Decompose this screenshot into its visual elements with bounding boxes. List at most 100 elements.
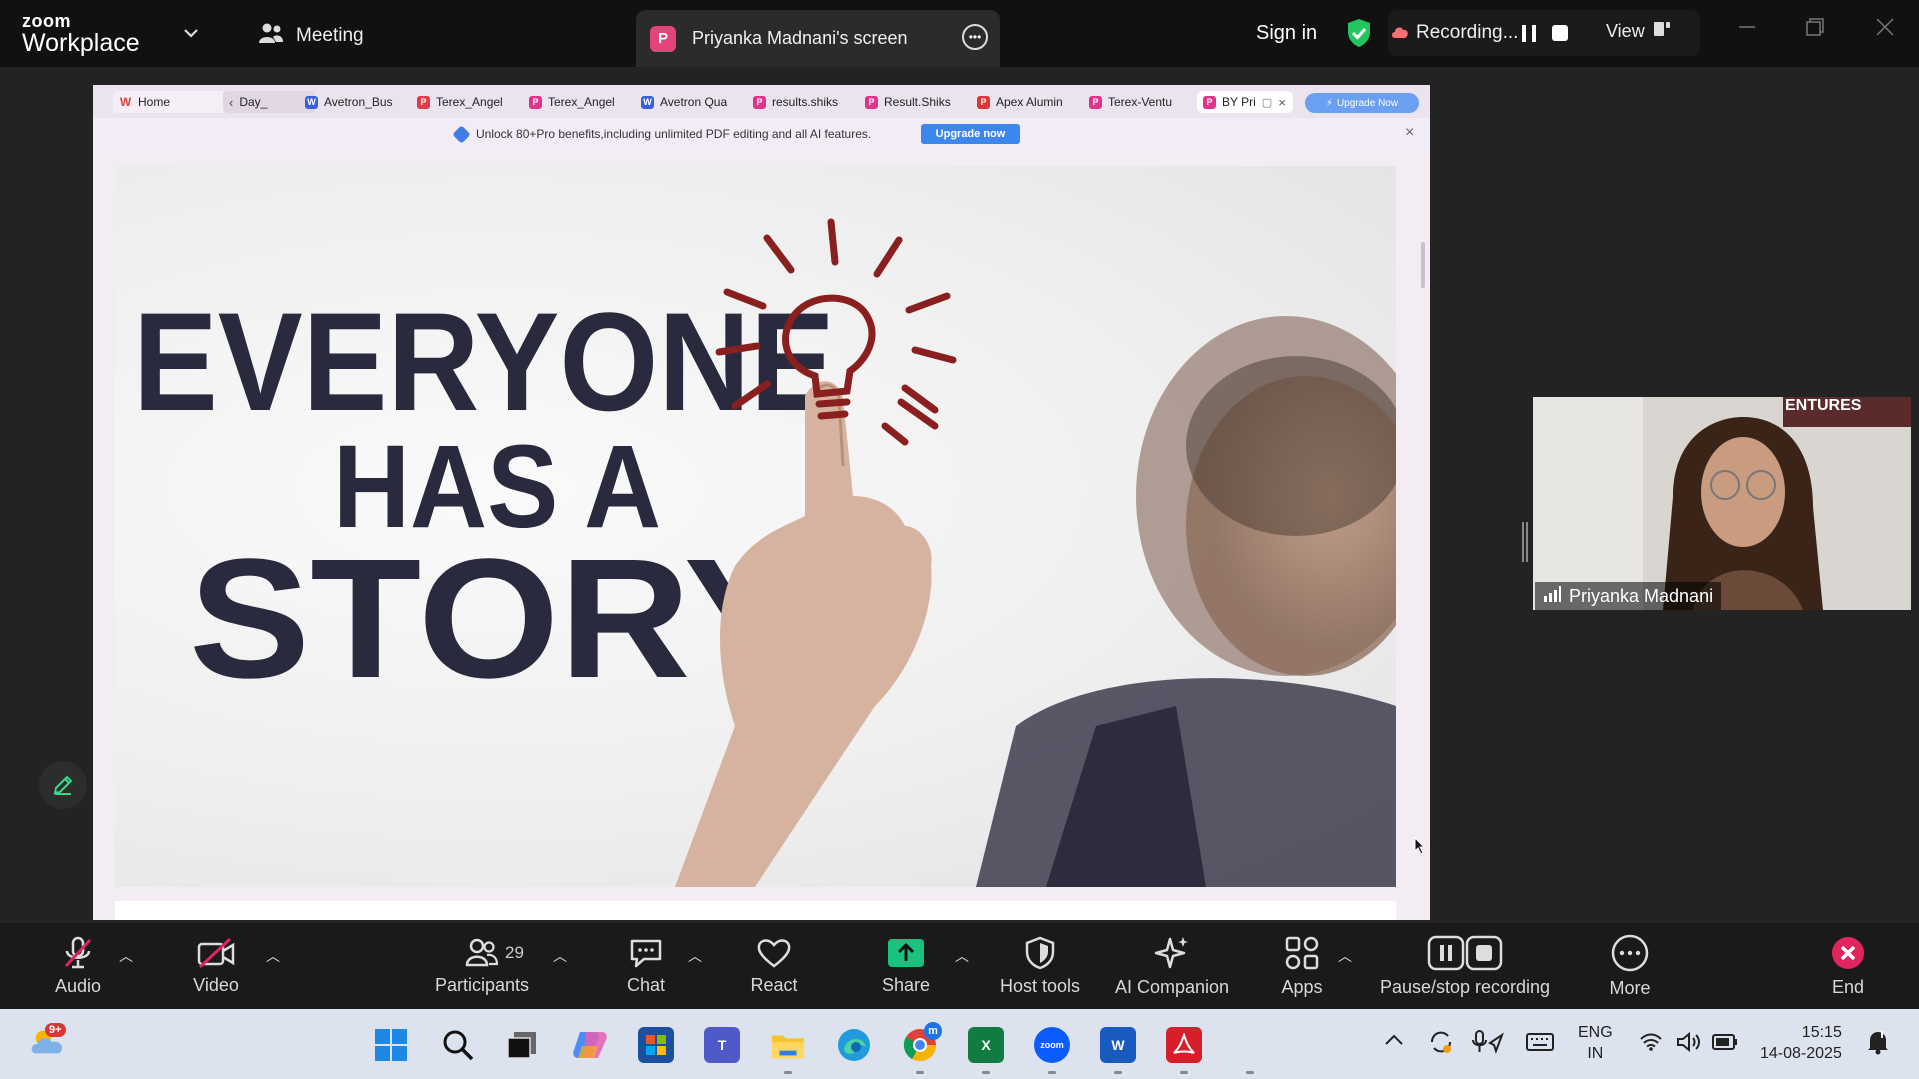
host-tools-button[interactable]: Host tools <box>990 923 1090 1009</box>
edge-icon[interactable] <box>836 1027 872 1063</box>
participant-video-tile[interactable]: ENTURES Priyanka Madnani <box>1533 397 1911 610</box>
close-window-icon[interactable] <box>1876 18 1894 42</box>
pause-recording-icon[interactable] <box>1522 25 1536 42</box>
ai-companion-button[interactable]: AI Companion <box>1108 923 1236 1009</box>
keyboard-icon[interactable] <box>1526 1033 1554 1056</box>
chat-label: Chat <box>626 974 666 995</box>
sync-icon[interactable] <box>1428 1029 1454 1060</box>
upgrade-now-label: Upgrade Now <box>1336 97 1399 109</box>
participants-options-caret[interactable]: ︿ <box>553 946 567 966</box>
browser-tab[interactable]: P Apex Alumin <box>977 91 1069 113</box>
pdf-icon: P <box>753 95 766 109</box>
restore-icon[interactable] <box>1806 18 1824 42</box>
view-button[interactable]: View <box>1606 21 1671 42</box>
more-options-icon[interactable]: ••• <box>962 24 988 50</box>
windows-start-icon[interactable] <box>373 1027 409 1063</box>
search-icon[interactable] <box>440 1027 476 1063</box>
acrobat-icon[interactable] <box>1166 1027 1202 1063</box>
react-label: React <box>750 974 798 995</box>
tab-label: Apex Alumin <box>996 95 1063 109</box>
audio-button[interactable]: Audio <box>42 923 114 1009</box>
more-button[interactable]: More <box>1596 923 1664 1009</box>
pdf-icon: P <box>417 95 430 109</box>
browser-tab[interactable]: P Terex_Angel <box>417 91 509 113</box>
man-photo <box>976 316 1396 887</box>
pdf-page-slide: EVERYONE HAS A STORY <box>115 166 1396 887</box>
language-indicator[interactable]: ENG IN <box>1578 1022 1613 1064</box>
pdf-icon: P <box>1203 95 1216 109</box>
zoom-app-icon[interactable]: zoom <box>1034 1027 1070 1063</box>
participants-count: 29 <box>505 943 524 962</box>
excel-icon[interactable]: X <box>968 1027 1004 1063</box>
chat-options-caret[interactable]: ︿ <box>688 946 702 966</box>
upgrade-now-button[interactable]: Upgrade now <box>921 124 1020 144</box>
chevron-down-icon[interactable] <box>183 25 199 43</box>
apps-button[interactable]: Apps <box>1268 923 1336 1009</box>
microsoft-store-icon[interactable] <box>638 1027 674 1063</box>
react-button[interactable]: React <box>740 923 808 1009</box>
copilot-icon[interactable] <box>572 1027 608 1063</box>
shield-icon <box>1025 936 1055 969</box>
tile-resize-handle[interactable] <box>1522 522 1528 562</box>
chevron-left-icon[interactable]: ‹ <box>229 95 233 110</box>
language-code: ENG <box>1578 1024 1613 1041</box>
word-doc-icon: W <box>641 95 654 109</box>
chat-button[interactable]: Chat <box>612 923 680 1009</box>
share-button[interactable]: Share <box>872 923 940 1009</box>
word-icon[interactable]: W <box>1100 1027 1136 1063</box>
annotate-button[interactable] <box>39 761 87 809</box>
upgrade-now-tab[interactable]: ⚡ Upgrade Now <box>1305 93 1419 113</box>
zoom-meeting-window: zoom Workplace Meeting P Priyanka Madnan… <box>0 0 1919 1079</box>
tab-label: Avetron Qua <box>660 95 728 109</box>
browser-tab[interactable]: P Terex-Ventu <box>1089 91 1181 113</box>
shared-screen-tab[interactable]: P Priyanka Madnani's screen ••• <box>636 10 1000 67</box>
participants-icon <box>465 938 499 966</box>
battery-icon[interactable] <box>1712 1034 1738 1055</box>
teams-icon[interactable]: T <box>704 1027 740 1063</box>
mouse-cursor-icon <box>1414 837 1426 855</box>
browser-tab[interactable]: P Terex_Angel <box>529 91 621 113</box>
volume-icon[interactable] <box>1676 1031 1702 1058</box>
browser-tab[interactable]: ‹ Day_ <box>223 91 315 113</box>
headline-line-3: STORY <box>189 524 805 714</box>
pencil-icon <box>53 775 73 795</box>
stop-recording-icon[interactable] <box>1552 25 1568 41</box>
notification-bell-icon[interactable] <box>1866 1029 1890 1060</box>
wifi-icon[interactable] <box>1640 1033 1662 1056</box>
system-clock[interactable]: 15:15 14-08-2025 <box>1760 1022 1842 1064</box>
people-icon <box>258 22 284 50</box>
end-meeting-button[interactable]: End <box>1814 923 1882 1009</box>
browser-tab[interactable]: P results.shiks <box>753 91 845 113</box>
browser-tab[interactable]: W Avetron_Bus <box>305 91 401 113</box>
video-options-caret[interactable]: ︿ <box>266 946 280 966</box>
audio-options-caret[interactable]: ︿ <box>119 946 133 966</box>
apps-options-caret[interactable]: ︿ <box>1338 946 1352 966</box>
minimize-icon[interactable] <box>1738 18 1756 42</box>
mic-location-icon[interactable] <box>1472 1029 1505 1060</box>
chat-icon <box>630 939 662 967</box>
file-explorer-icon[interactable] <box>770 1027 806 1063</box>
more-dots-icon <box>1611 934 1649 971</box>
share-options-caret[interactable]: ︿ <box>955 946 969 966</box>
apps-label: Apps <box>1281 976 1323 997</box>
chevron-up-icon[interactable] <box>1384 1031 1404 1051</box>
browser-tab[interactable]: P Result.Shiks <box>865 91 961 113</box>
security-shield-icon[interactable] <box>1346 18 1372 53</box>
participants-button[interactable]: Participants <box>424 923 540 1009</box>
windows-taskbar: 9+ T m X zoom W ENG IN 15:15 14-08-2025 <box>0 1009 1919 1079</box>
meeting-menu[interactable]: Meeting <box>258 22 364 50</box>
scrollbar-thumb[interactable] <box>1421 242 1425 288</box>
vertical-scrollbar[interactable] <box>1416 150 1430 920</box>
task-view-icon[interactable] <box>504 1027 540 1063</box>
close-banner-icon[interactable]: × <box>1405 124 1414 142</box>
video-button[interactable]: Video <box>178 923 254 1009</box>
sign-in-button[interactable]: Sign in <box>1256 22 1317 45</box>
browser-tab-active[interactable]: P BY Pri ▢ × <box>1197 91 1293 113</box>
pause-stop-recording-button[interactable]: Pause/stop recording <box>1372 923 1558 1009</box>
close-tab-icon[interactable]: × <box>1278 95 1286 110</box>
browser-tab[interactable]: W Avetron Qua <box>641 91 737 113</box>
tab-label: Avetron_Bus <box>324 95 393 109</box>
tab-label: Day_ <box>239 95 268 109</box>
pdf-icon: P <box>1089 95 1102 109</box>
video-off-icon <box>197 937 235 968</box>
